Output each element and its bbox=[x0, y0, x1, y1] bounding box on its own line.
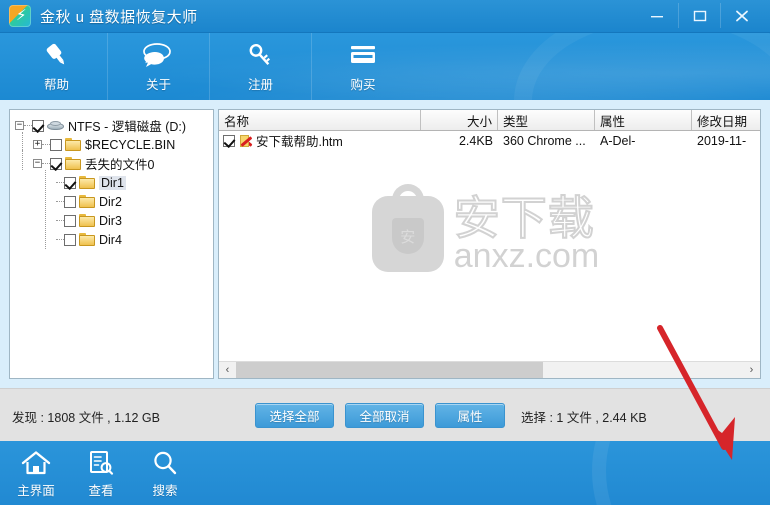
file-size: 2.4KB bbox=[458, 133, 493, 148]
file-type: 360 Chrome ... bbox=[503, 133, 586, 148]
tree-checkbox[interactable] bbox=[64, 176, 76, 189]
disk-icon bbox=[47, 120, 64, 132]
scroll-right-icon[interactable]: › bbox=[743, 361, 760, 378]
scrollbar-track[interactable] bbox=[236, 361, 743, 378]
folder-icon bbox=[79, 214, 95, 227]
app-title: 金秋 u 盘数据恢复大师 bbox=[40, 8, 198, 26]
tree-item-label: Dir4 bbox=[99, 232, 122, 247]
close-icon[interactable] bbox=[720, 3, 762, 28]
nav-item-home[interactable]: 主界面 bbox=[5, 449, 67, 499]
folder-icon bbox=[79, 195, 95, 208]
toolbar-item-help[interactable]: 帮助 bbox=[6, 33, 108, 100]
toolbar-item-buy[interactable]: 购买 bbox=[312, 33, 414, 100]
tree-item-label: $RECYCLE.BIN bbox=[85, 137, 176, 152]
watermark-en-text: anxz.com bbox=[453, 237, 600, 275]
tree-checkbox[interactable] bbox=[64, 233, 76, 246]
folder-icon bbox=[65, 157, 81, 170]
directory-tree-panel[interactable]: − NTFS - 逻辑磁盘 (D:) + $RECYCLE.BIN − 丢失的文… bbox=[9, 109, 214, 379]
document-search-icon bbox=[87, 449, 115, 477]
collapse-icon[interactable]: − bbox=[15, 121, 24, 130]
toolbar-label: 关于 bbox=[145, 77, 171, 92]
toolbar-item-about[interactable]: 关于 bbox=[108, 33, 210, 100]
deleted-file-icon bbox=[239, 134, 254, 148]
nav-label: 搜索 bbox=[152, 484, 178, 498]
toolbar-item-register[interactable]: 注册 bbox=[210, 33, 312, 100]
nav-item-search[interactable]: 搜索 bbox=[134, 449, 196, 499]
watermark-bag-icon: 安 bbox=[371, 184, 444, 272]
scroll-left-icon[interactable]: ‹ bbox=[219, 361, 236, 378]
nav-label: 主界面 bbox=[17, 484, 55, 498]
main-toolbar: 帮助 关于 注册 购买 bbox=[0, 33, 770, 100]
watermark: 安 安下载 anxz.com bbox=[219, 110, 760, 378]
watermark-cn-text: 安下载 bbox=[453, 192, 595, 244]
credit-card-icon bbox=[348, 41, 378, 71]
tree-item-label: NTFS - 逻辑磁盘 (D:) bbox=[68, 120, 187, 134]
bottom-navigation-bar: 主界面 查看 搜索 ❮ 返 bbox=[0, 441, 770, 505]
search-icon bbox=[152, 449, 178, 477]
tree-checkbox[interactable] bbox=[32, 119, 44, 132]
minimize-icon[interactable] bbox=[636, 3, 678, 28]
file-date: 2019-11- bbox=[697, 133, 747, 148]
column-header-size[interactable]: 大小 bbox=[421, 110, 498, 130]
expand-icon[interactable]: + bbox=[33, 140, 42, 149]
column-header-attr[interactable]: 属性 bbox=[595, 110, 692, 130]
tree-item-dir4[interactable]: Dir4 bbox=[15, 230, 213, 249]
tree-item-lost-files[interactable]: − 丢失的文件0 bbox=[15, 154, 213, 173]
toolbar-label: 注册 bbox=[247, 77, 273, 92]
tree-item-label: Dir3 bbox=[99, 213, 122, 228]
folder-icon bbox=[79, 233, 95, 246]
folder-icon bbox=[65, 138, 81, 151]
file-list-panel[interactable]: 名称 大小 类型 属性 修改日期 安下载帮助.htm 2.4KB 360 Chr… bbox=[218, 109, 761, 379]
key-icon bbox=[247, 41, 275, 71]
found-status-text: 发现 : 1808 文件 , 1.12 GB bbox=[12, 411, 160, 425]
tree-item-root[interactable]: − NTFS - 逻辑磁盘 (D:) bbox=[15, 116, 213, 135]
tree-checkbox[interactable] bbox=[64, 214, 76, 227]
window-controls bbox=[636, 3, 762, 28]
pen-help-icon bbox=[42, 41, 72, 71]
row-checkbox[interactable] bbox=[223, 134, 235, 147]
table-row[interactable]: 安下载帮助.htm 2.4KB 360 Chrome ... A-Del- 20… bbox=[219, 131, 760, 150]
application-window: ⚡ 金秋 u 盘数据恢复大师 帮助 关于 注册 购买 − NTFS - 逻辑磁盘… bbox=[0, 0, 770, 505]
collapse-icon[interactable]: − bbox=[33, 159, 42, 168]
folder-icon bbox=[79, 176, 95, 189]
column-header-name[interactable]: 名称 bbox=[219, 110, 421, 130]
toolbar-label: 帮助 bbox=[43, 77, 69, 92]
file-name: 安下载帮助.htm bbox=[256, 135, 343, 149]
tree-item-label: 丢失的文件0 bbox=[85, 158, 155, 172]
horizontal-scrollbar[interactable]: ‹ › bbox=[219, 361, 760, 378]
tree-checkbox[interactable] bbox=[50, 157, 62, 170]
lightning-logo-icon: ⚡ bbox=[9, 5, 31, 27]
maximize-icon[interactable] bbox=[678, 3, 720, 28]
file-list-header: 名称 大小 类型 属性 修改日期 bbox=[219, 110, 760, 131]
content-area: − NTFS - 逻辑磁盘 (D:) + $RECYCLE.BIN − 丢失的文… bbox=[0, 100, 770, 388]
tree-item-dir2[interactable]: Dir2 bbox=[15, 192, 213, 211]
tree-item-dir1[interactable]: Dir1 bbox=[15, 173, 213, 192]
home-icon bbox=[21, 449, 51, 477]
tree-item-recycle[interactable]: + $RECYCLE.BIN bbox=[15, 135, 213, 154]
column-header-date[interactable]: 修改日期 bbox=[692, 110, 760, 130]
tree-item-label: Dir2 bbox=[99, 194, 122, 209]
nav-item-view[interactable]: 查看 bbox=[70, 449, 132, 499]
column-header-type[interactable]: 类型 bbox=[498, 110, 595, 130]
tree-checkbox[interactable] bbox=[50, 138, 62, 151]
status-bar: 发现 : 1808 文件 , 1.12 GB 选择全部 全部取消 属性 选择 :… bbox=[0, 388, 770, 441]
file-attr: A-Del- bbox=[600, 133, 636, 148]
nav-label: 查看 bbox=[88, 484, 114, 498]
properties-button[interactable]: 属性 bbox=[435, 403, 505, 428]
tree-item-label: Dir1 bbox=[99, 175, 126, 190]
title-bar: ⚡ 金秋 u 盘数据恢复大师 bbox=[0, 0, 770, 33]
select-all-button[interactable]: 选择全部 bbox=[255, 403, 334, 428]
scrollbar-thumb[interactable] bbox=[236, 361, 543, 378]
deselect-all-button[interactable]: 全部取消 bbox=[345, 403, 424, 428]
speech-bubbles-icon bbox=[142, 41, 175, 71]
tree-item-dir3[interactable]: Dir3 bbox=[15, 211, 213, 230]
watermark-shield-char: 安 bbox=[391, 218, 424, 254]
selected-status-text: 选择 : 1 文件 , 2.44 KB bbox=[521, 411, 647, 425]
tree-checkbox[interactable] bbox=[64, 195, 76, 208]
toolbar-label: 购买 bbox=[350, 77, 376, 92]
